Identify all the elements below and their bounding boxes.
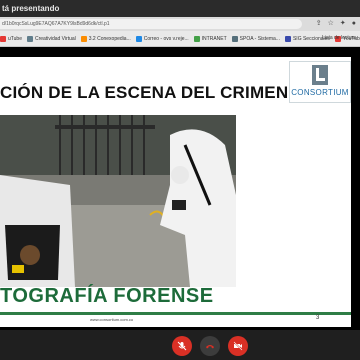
mic-off-icon <box>177 341 187 351</box>
bookmark-favicon-icon <box>231 35 238 42</box>
mic-toggle-button[interactable] <box>172 336 192 356</box>
bookmark-label: SPOA - Sistema... <box>239 35 280 42</box>
extensions-icon[interactable]: ✦ <box>340 19 346 29</box>
bookmark-favicon-icon <box>135 35 142 42</box>
camera-toggle-button[interactable] <box>228 336 248 356</box>
logo-text: CONSORTIUM <box>291 88 349 97</box>
bookmark-label: INTRANET <box>201 35 227 42</box>
bookmark-label: Correo - ovs v.reje... <box>143 35 189 42</box>
bookmark-item[interactable]: Creatividad Virtual <box>27 35 76 42</box>
footer-url: www.consortium.com.co <box>90 317 134 322</box>
address-bar[interactable]: d/1b0rqcSsLug9E7AQ67A7KY9lsBd9d6dk/ctl.p… <box>0 19 302 29</box>
bookmark-favicon-icon <box>284 35 291 42</box>
bookmark-label: Creatividad Virtual <box>35 35 76 42</box>
bookmark-item[interactable]: Correo - ovs v.reje... <box>135 35 189 42</box>
shared-screen: CIÓN DE LA ESCENA DEL CRIMEN CONSORTIUM <box>0 47 360 330</box>
toolbar-icons: ⇪ ☆ ✦ ● <box>316 19 356 29</box>
consortium-logo: CONSORTIUM <box>289 61 351 103</box>
slide-title: CIÓN DE LA ESCENA DEL CRIMEN <box>0 83 289 102</box>
star-icon[interactable]: ☆ <box>328 19 334 29</box>
end-call-button[interactable] <box>200 336 220 356</box>
browser-toolbar: d/1b0rqcSsLug9E7AQ67A7KY9lsBd9d6dk/ctl.p… <box>0 17 360 31</box>
page-number: 3 <box>316 315 320 321</box>
bookmark-favicon-icon <box>193 35 200 42</box>
phone-hangup-icon <box>206 345 214 349</box>
presenter-label: tá presentando <box>2 4 60 13</box>
profile-icon[interactable]: ● <box>352 19 356 29</box>
presenter-banner: tá presentando <box>0 0 360 17</box>
logo-mark-icon <box>312 65 328 85</box>
bookmark-item[interactable]: 3.2 Conexopedia... <box>80 35 131 42</box>
bookmarks-bar: uTube Creatividad Virtual 3.2 Conexopedia.… <box>0 31 360 47</box>
bookmark-favicon-icon <box>80 35 87 42</box>
reading-list-link[interactable]: Lista de lectura <box>322 31 356 46</box>
meeting-controls <box>0 330 360 360</box>
crime-scene-photo <box>0 115 236 287</box>
share-icon[interactable]: ⇪ <box>316 19 322 29</box>
bookmark-item[interactable]: SPOA - Sistema... <box>231 35 280 42</box>
slide-subtitle: TOGRAFÍA FORENSE <box>0 285 214 307</box>
subtitle-underline <box>0 312 351 315</box>
presentation-slide: CIÓN DE LA ESCENA DEL CRIMEN CONSORTIUM <box>0 57 351 327</box>
bookmark-item[interactable]: uTube <box>0 35 22 42</box>
bookmark-favicon-icon <box>27 35 33 42</box>
camera-off-icon <box>233 341 243 351</box>
bookmark-label: uTube <box>8 35 22 42</box>
bookmark-favicon-icon <box>0 35 6 42</box>
bookmark-item[interactable]: INTRANET <box>193 35 227 42</box>
bookmark-label: 3.2 Conexopedia... <box>88 35 131 42</box>
